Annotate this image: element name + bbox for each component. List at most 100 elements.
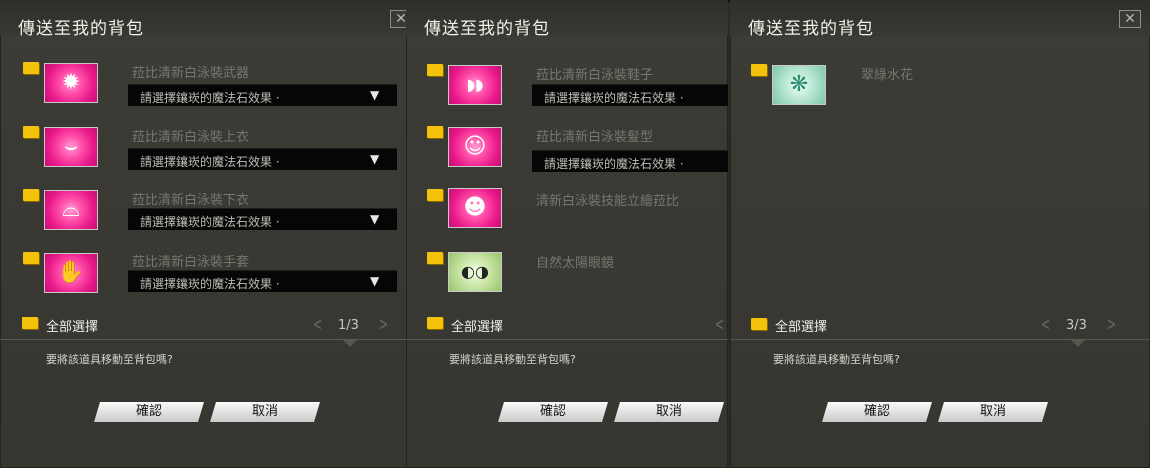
item-checkbox[interactable] [23,252,39,264]
chevron-right-icon[interactable]: > [1107,314,1116,335]
item-checkbox[interactable] [23,189,39,201]
dialog-title: 傳送至我的背包 [748,19,874,39]
chevron-down-icon[interactable]: ▼ [370,152,379,166]
cancel-button[interactable]: 取消 [938,402,1048,422]
select-all-checkbox[interactable] [427,317,443,329]
chevron-down-icon[interactable]: ▼ [370,274,379,288]
page-indicator: 1/3 [338,318,359,333]
weapon-glyph: ✹ [61,70,81,95]
list-item: ◗◗ 菈比清新白泳裝鞋子 請選擇鑲崁的魔法石效果 · [406,58,728,116]
top-clothing-icon: ⌣ [44,127,98,167]
splash-glyph: ❋ [789,72,809,97]
list-item: ⌣ 菈比清新白泳裝上衣 請選擇鑲崁的魔法石效果 · ▼ [0,120,407,178]
top-glyph: ⌣ [63,134,79,159]
magic-stone-select[interactable]: 請選擇鑲崁的魔法石效果 · ▼ [128,208,397,230]
select-placeholder: 請選擇鑲崁的魔法石效果 · [140,277,280,291]
list-item: ❋ 翠綠水花 [730,57,1150,115]
confirm-question: 要將該道具移動至背包嗎? [773,353,900,366]
item-name: 菈比清新白泳裝手套 [132,255,250,270]
confirm-button[interactable]: 確認 [94,402,204,422]
select-all-row: 全部選擇 < 3/3 > [730,314,1150,338]
chevron-left-icon[interactable]: < [1041,314,1050,335]
water-splash-icon: ❋ [772,65,826,105]
select-placeholder: 請選擇鑲崁的魔法石效果 · [544,157,684,171]
confirm-question: 要將該道具移動至背包嗎? [46,353,173,366]
item-checkbox[interactable] [427,189,443,201]
chevron-down-icon[interactable]: ▼ [370,212,379,226]
item-name: 菈比清新白泳裝上衣 [132,130,250,145]
sunglasses-glyph: ◐◑ [461,262,489,281]
hairstyle-icon: ☺ [448,127,502,167]
divider [406,339,728,340]
close-icon[interactable]: ✕ [1119,10,1141,28]
item-name: 菈比清新白泳裝鞋子 [536,68,654,83]
dialog-header: 傳送至我的背包 ✕ [0,0,407,39]
select-placeholder: 請選擇鑲崁的魔法石效果 · [544,91,684,105]
divider [730,339,1150,340]
select-placeholder: 請選擇鑲崁的魔法石效果 · [140,215,280,229]
select-all-checkbox[interactable] [22,317,38,329]
item-name: 清新白泳裝技能立繪菈比 [536,194,680,209]
select-all-row: 全部選擇 < [406,314,728,338]
magic-stone-select[interactable]: 請選擇鑲崁的魔法石效果 · ▼ [128,84,397,106]
cancel-button[interactable]: 取消 [210,402,320,422]
item-name: 菈比清新白泳裝髮型 [536,130,654,145]
bottom-clothing-icon: ⌓ [44,190,98,230]
portrait-glyph: ☻ [463,195,487,220]
magic-stone-select[interactable]: 請選擇鑲崁的魔法石效果 · ▼ [128,270,397,292]
magic-stone-select[interactable]: 請選擇鑲崁的魔法石效果 · [532,84,728,106]
magic-stone-select[interactable]: 請選擇鑲崁的魔法石效果 · [532,150,728,172]
page-indicator: 3/3 [1066,318,1087,333]
confirm-question: 要將該道具移動至背包嗎? [449,353,576,366]
item-checkbox[interactable] [427,126,443,138]
transfer-dialog-page-1: 傳送至我的背包 ✕ ✹ 菈比清新白泳裝武器 請選擇鑲崁的魔法石效果 · ▼ ⌣ … [0,0,407,468]
list-item: ☺ 菈比清新白泳裝髮型 請選擇鑲崁的魔法石效果 · [406,120,728,178]
list-item: ✹ 菈比清新白泳裝武器 請選擇鑲崁的魔法石效果 · ▼ [0,56,407,114]
skill-portrait-icon: ☻ [448,188,502,228]
chevron-right-icon[interactable]: > [379,314,388,335]
list-item: ⌓ 菈比清新白泳裝下衣 請選擇鑲崁的魔法石效果 · ▼ [0,183,407,241]
select-all-row: 全部選擇 < 1/3 > [0,314,407,338]
item-checkbox[interactable] [23,62,39,74]
magic-stone-select[interactable]: 請選擇鑲崁的魔法石效果 · ▼ [128,148,397,170]
divider-notch [343,340,357,347]
item-name: 自然太陽眼鏡 [536,256,615,271]
weapon-icon: ✹ [44,63,98,103]
bottom-glyph: ⌓ [62,197,80,222]
hairstyle-glyph: ☺ [463,134,487,159]
item-checkbox[interactable] [23,126,39,138]
select-placeholder: 請選擇鑲崁的魔法石效果 · [140,155,280,169]
list-item: ✋ 菈比清新白泳裝手套 請選擇鑲崁的魔法石效果 · ▼ [0,246,407,304]
divider-notch [1071,340,1085,347]
dialog-header: 傳送至我的背包 [406,0,728,39]
transfer-dialog-page-3: 傳送至我的背包 ✕ ❋ 翠綠水花 全部選擇 < 3/3 > 要將該道具移動至背包… [730,0,1150,468]
confirm-button[interactable]: 確認 [822,402,932,422]
list-item: ☻ 清新白泳裝技能立繪菈比 [406,183,728,241]
glove-icon: ✋ [44,253,98,293]
chevron-down-icon[interactable]: ▼ [370,88,379,102]
sunglasses-icon: ◐◑ [448,252,502,292]
item-name: 菈比清新白泳裝下衣 [132,193,250,208]
dialog-header: 傳送至我的背包 ✕ [730,0,1150,39]
glove-glyph: ✋ [57,260,85,285]
shoes-icon: ◗◗ [448,65,502,105]
confirm-button[interactable]: 確認 [498,402,608,422]
select-all-label[interactable]: 全部選擇 [775,316,827,335]
shoes-glyph: ◗◗ [466,75,484,94]
item-checkbox[interactable] [751,64,767,76]
chevron-left-icon[interactable]: < [715,314,724,335]
select-placeholder: 請選擇鑲崁的魔法石效果 · [140,91,280,105]
select-all-checkbox[interactable] [751,318,767,330]
select-all-label[interactable]: 全部選擇 [46,316,98,335]
close-icon[interactable]: ✕ [390,10,407,28]
item-name: 翠綠水花 [861,68,914,83]
list-item: ◐◑ 自然太陽眼鏡 [406,246,728,304]
item-checkbox[interactable] [427,252,443,264]
cancel-button[interactable]: 取消 [614,402,724,422]
select-all-label[interactable]: 全部選擇 [451,316,503,335]
item-checkbox[interactable] [427,64,443,76]
dialog-title: 傳送至我的背包 [18,19,144,39]
chevron-left-icon[interactable]: < [313,314,322,335]
item-name: 菈比清新白泳裝武器 [132,66,250,81]
transfer-dialog-page-2: 傳送至我的背包 ◗◗ 菈比清新白泳裝鞋子 請選擇鑲崁的魔法石效果 · ☺ 菈比清… [406,0,728,468]
